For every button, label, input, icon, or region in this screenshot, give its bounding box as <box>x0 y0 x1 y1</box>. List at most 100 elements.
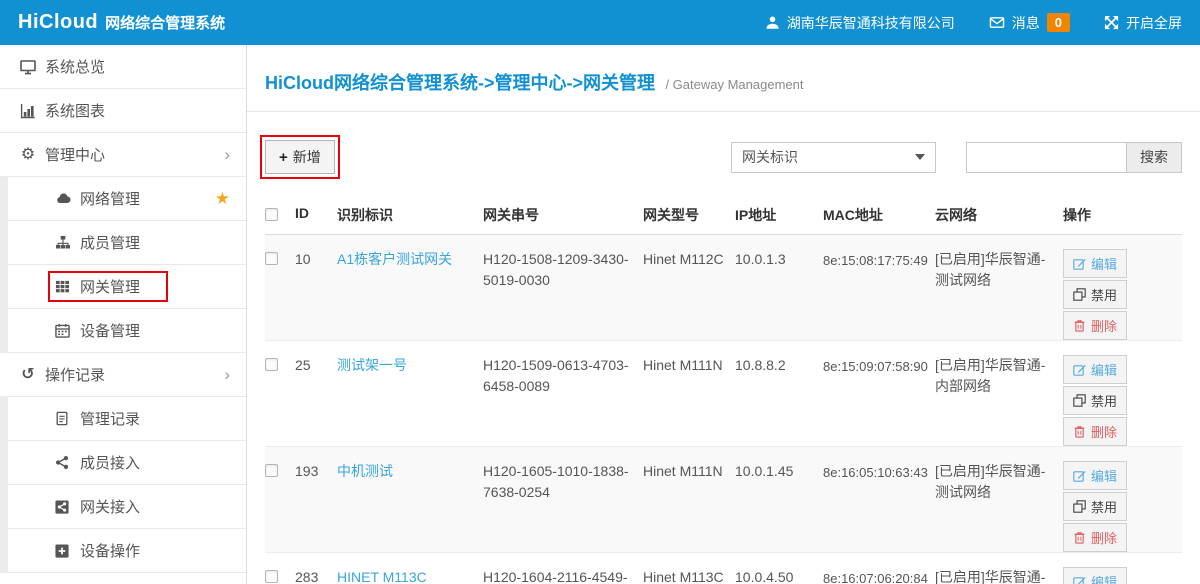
cell-mac: 8e:16:05:10:63:43 <box>823 461 935 483</box>
cell-network: [已启用]华辰智通-体验网络 <box>935 567 1063 584</box>
share-icon <box>55 455 71 470</box>
edit-button[interactable]: 编辑 <box>1063 249 1127 278</box>
row-actions: 编辑 禁用 删除 <box>1063 355 1182 446</box>
sidebar-item-admin-center[interactable]: ⚙ 管理中心 › <box>0 133 246 177</box>
company-menu[interactable]: 湖南华辰智通科技有限公司 <box>765 13 955 33</box>
column-header-mac: MAC地址 <box>823 205 935 225</box>
sidebar-item-label: 网关接入 <box>80 496 140 517</box>
sidebar-item-label: 设备操作 <box>80 540 140 561</box>
envelope-icon <box>989 15 1005 30</box>
add-button[interactable]: + 新增 <box>265 140 335 174</box>
delete-button[interactable]: 删除 <box>1063 523 1127 552</box>
caret-down-icon <box>915 154 925 160</box>
bar-chart-icon <box>20 103 36 119</box>
breadcrumb: HiCloud网络综合管理系统->管理中心->网关管理 / Gateway Ma… <box>247 45 1200 112</box>
add-button-label: 新增 <box>293 147 321 167</box>
grid-icon <box>55 279 71 294</box>
table-header-row: ID 识别标识 网关串号 网关型号 IP地址 MAC地址 云网络 操作 <box>265 196 1182 235</box>
column-header-network: 云网络 <box>935 205 1063 225</box>
sidebar-item-member-management[interactable]: 成员管理 <box>8 221 246 265</box>
cell-model: Hinet M112C <box>643 249 735 270</box>
sidebar-item-system-overview[interactable]: 系统总览 <box>0 45 246 89</box>
sidebar-item-admin-records[interactable]: 管理记录 <box>8 397 246 441</box>
admin-center-submenu: 网络管理 ★ 成员管理 网关管理 <box>0 177 246 353</box>
gears-icon: ⚙ <box>20 147 36 163</box>
sidebar-item-gateway-management[interactable]: 网关管理 <box>8 265 246 309</box>
fullscreen-toggle[interactable]: 开启全屏 <box>1104 13 1182 33</box>
column-header-name: 识别标识 <box>337 205 483 225</box>
gateway-table: ID 识别标识 网关串号 网关型号 IP地址 MAC地址 云网络 操作 10 A… <box>265 196 1182 584</box>
disable-button[interactable]: 禁用 <box>1063 280 1127 309</box>
user-icon <box>765 15 780 30</box>
delete-button[interactable]: 删除 <box>1063 311 1127 340</box>
sidebar-item-member-access[interactable]: 成员接入 <box>8 441 246 485</box>
app-window: HiCloud 网络综合管理系统 湖南华辰智通科技有限公司 消息 0 开启 <box>0 0 1200 584</box>
sidebar-item-system-charts[interactable]: 系统图表 <box>0 89 246 133</box>
sidebar-item-label: 网关管理 <box>80 276 140 297</box>
sidebar-item-label: 系统总览 <box>45 56 105 77</box>
cell-ip: 10.0.4.50 <box>735 567 823 584</box>
edit-button[interactable]: 编辑 <box>1063 567 1127 584</box>
cell-model: Hinet M111N <box>643 461 735 482</box>
sidebar-item-label: 成员接入 <box>80 452 140 473</box>
brand-logo: HiCloud <box>18 11 98 34</box>
sidebar-item-label: 系统图表 <box>45 100 105 121</box>
clone-icon <box>1073 500 1086 513</box>
cell-ip: 10.8.8.2 <box>735 355 823 376</box>
cell-network: [已启用]华辰智通-测试网络 <box>935 461 1063 503</box>
cell-serial: H120-1508-1209-3430-5019-0030 <box>483 249 643 291</box>
favorite-star-icon: ★ <box>215 189 230 209</box>
column-header-actions: 操作 <box>1063 205 1182 225</box>
sidebar-item-label: 管理中心 <box>45 144 105 165</box>
sidebar-item-label: 成员管理 <box>80 232 140 253</box>
sidebar-item-network-management[interactable]: 网络管理 ★ <box>8 177 246 221</box>
file-text-icon <box>55 411 71 426</box>
fullscreen-label: 开启全屏 <box>1126 13 1182 33</box>
trash-icon <box>1073 319 1086 332</box>
sidebar: 系统总览 系统图表 ⚙ 管理中心 › 网络管理 ★ <box>0 45 247 584</box>
sidebar-item-label: 网络管理 <box>80 188 140 209</box>
page-title: HiCloud网络综合管理系统->管理中心->网关管理 <box>265 73 655 93</box>
select-all-checkbox[interactable] <box>265 208 278 221</box>
cell-serial: H120-1605-1010-1838-7638-0254 <box>483 461 643 503</box>
edit-icon <box>1073 575 1086 584</box>
trash-icon <box>1073 425 1086 438</box>
column-header-serial: 网关串号 <box>483 205 643 225</box>
row-checkbox[interactable] <box>265 464 278 477</box>
clone-icon <box>1073 288 1086 301</box>
gateway-name-link[interactable]: 中机测试 <box>337 463 393 479</box>
sidebar-item-operation-records[interactable]: ↺ 操作记录 › <box>0 353 246 397</box>
table-row: 283 HINET M113C H120-1604-2116-4549-6166… <box>265 553 1182 584</box>
disable-button[interactable]: 禁用 <box>1063 386 1127 415</box>
delete-button[interactable]: 删除 <box>1063 417 1127 446</box>
edit-button[interactable]: 编辑 <box>1063 461 1127 490</box>
cell-mac: 8e:15:09:07:58:90 <box>823 355 935 377</box>
column-header-model: 网关型号 <box>643 205 735 225</box>
company-name: 湖南华辰智通科技有限公司 <box>787 13 955 33</box>
sidebar-item-device-operations[interactable]: 设备操作 <box>8 529 246 573</box>
row-checkbox[interactable] <box>265 252 278 265</box>
cell-network: [已启用]华辰智通-内部网络 <box>935 355 1063 397</box>
messages-menu[interactable]: 消息 0 <box>989 13 1070 33</box>
search-input[interactable] <box>966 142 1126 173</box>
sidebar-item-device-management[interactable]: 设备管理 <box>8 309 246 353</box>
edit-icon <box>1073 363 1086 376</box>
gateway-name-link[interactable]: 测试架一号 <box>337 357 407 373</box>
sidebar-item-label: 管理记录 <box>80 408 140 429</box>
disable-button[interactable]: 禁用 <box>1063 492 1127 521</box>
cell-serial: H120-1604-2116-4549-6166-0234 <box>483 567 643 584</box>
gateway-name-link[interactable]: A1栋客户测试网关 <box>337 251 452 267</box>
sitemap-icon <box>55 235 71 250</box>
row-checkbox[interactable] <box>265 570 278 583</box>
brand-subtitle: 网络综合管理系统 <box>105 12 225 33</box>
top-header-bar: HiCloud 网络综合管理系统 湖南华辰智通科技有限公司 消息 0 开启 <box>0 0 1200 45</box>
sidebar-item-label: 设备管理 <box>80 320 140 341</box>
search-button[interactable]: 搜索 <box>1126 142 1182 173</box>
sidebar-item-gateway-access[interactable]: 网关接入 <box>8 485 246 529</box>
filter-select[interactable]: 网关标识 <box>731 142 936 173</box>
gateway-name-link[interactable]: HINET M113C <box>337 569 427 584</box>
edit-button[interactable]: 编辑 <box>1063 355 1127 384</box>
toolbar: + 新增 网关标识 搜索 <box>247 112 1200 174</box>
row-checkbox[interactable] <box>265 358 278 371</box>
table-row: 25 测试架一号 H120-1509-0613-4703-6458-0089 H… <box>265 341 1182 447</box>
